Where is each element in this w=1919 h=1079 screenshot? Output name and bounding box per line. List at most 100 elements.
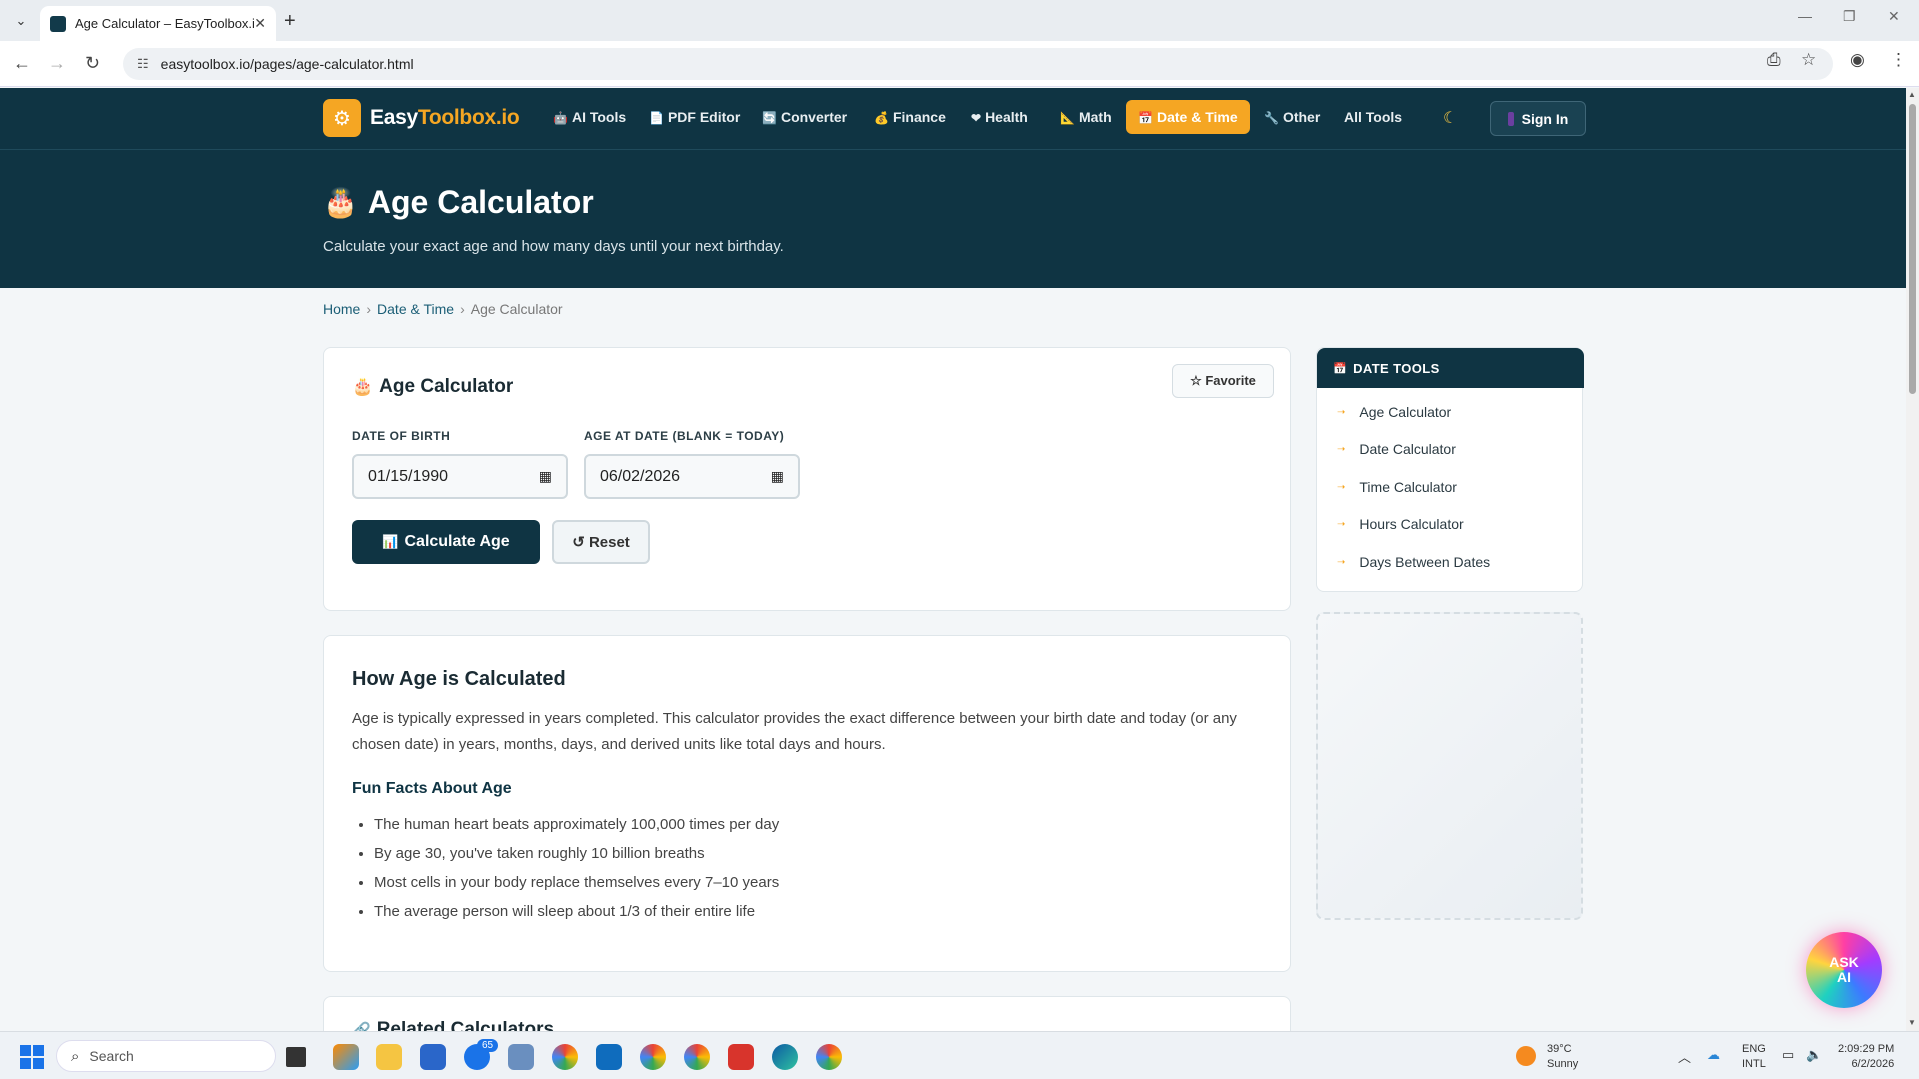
nav-item-label: PDF Editor — [667, 109, 741, 125]
nav-item-label: All Tools — [1344, 109, 1403, 125]
ask-ai-label-2: AI — [1837, 969, 1851, 985]
forward-icon[interactable]: → — [48, 53, 66, 74]
calendar-picker-icon[interactable]: ▦ — [539, 468, 552, 485]
arrow-icon: ➝ — [1337, 443, 1346, 455]
top-navigation: ⚙ EasyToolbox.io 🤖 AI Tools 📄 PDF Editor 🔄 Co… — [0, 88, 1906, 150]
info-paragraph: Age is typically expressed in years comp… — [352, 710, 1237, 753]
nav-item-date-time[interactable]: 📅 Date & Time — [1126, 100, 1250, 134]
calculator-card: 🎂 Age Calculator ☆ Favorite DATE OF BIRTH… — [323, 347, 1291, 611]
nav-item-all-tools[interactable]: All Tools — [1344, 109, 1402, 125]
age-at-date-input[interactable]: 06/02/2026 ▦ — [584, 454, 800, 499]
weather-sun-icon[interactable] — [1516, 1046, 1536, 1066]
file-explorer-icon[interactable] — [376, 1044, 402, 1070]
weather-widget[interactable]: 39°C Sunny — [1547, 1042, 1578, 1072]
system-clock[interactable]: 2:09:29 PM 6/2/2026 — [1838, 1042, 1894, 1072]
robot-icon: 🤖 — [553, 111, 568, 125]
search-icon: ⌕ — [71, 1047, 80, 1065]
outlook-icon[interactable] — [596, 1044, 622, 1070]
age-at-date-label: AGE AT DATE (BLANK = TODAY) — [584, 429, 785, 443]
reload-icon[interactable]: ↻ — [85, 53, 100, 74]
tab-list-chevron-icon[interactable]: ⌄ — [10, 10, 32, 32]
weather-condition: Sunny — [1547, 1058, 1579, 1070]
birthday-cake-icon: 🎂 — [323, 187, 358, 218]
profile-icon[interactable]: ◉ — [1850, 50, 1865, 70]
sign-in-button[interactable]: Sign In — [1490, 101, 1586, 136]
dob-value: 01/15/1990 — [368, 467, 449, 485]
logo-gear-icon[interactable]: ⚙ — [323, 99, 361, 137]
windows-start-icon[interactable] — [20, 1045, 44, 1069]
arrow-icon: ➝ — [1337, 518, 1346, 530]
arrow-icon: ➝ — [1337, 481, 1346, 493]
pdf-reader-icon[interactable] — [728, 1044, 754, 1070]
new-tab-icon[interactable]: + — [284, 10, 296, 33]
calculate-age-button[interactable]: 📊 Calculate Age — [352, 520, 540, 564]
restore-icon[interactable]: ❐ — [1843, 8, 1856, 25]
page-scrollbar[interactable]: ▲ ▼ — [1906, 88, 1919, 1031]
chrome-profile-icon[interactable] — [684, 1044, 710, 1070]
sidebar-item-age-calculator[interactable]: ➝ Age Calculator — [1337, 404, 1451, 420]
dob-label: DATE OF BIRTH — [352, 429, 451, 443]
nav-item-health[interactable]: ❤ Health — [971, 109, 1028, 125]
converter-icon: 🔄 — [762, 111, 777, 125]
tray-chevron-up-icon[interactable]: ︿ — [1678, 1047, 1691, 1066]
network-icon[interactable]: ▭ — [1782, 1047, 1794, 1063]
sidebar-item-days-between-dates[interactable]: ➝ Days Between Dates — [1337, 554, 1490, 570]
menu-dots-icon[interactable]: ⋮ — [1890, 50, 1907, 70]
nav-item-finance[interactable]: 💰 Finance — [874, 109, 946, 125]
chrome-profile-icon[interactable] — [816, 1044, 842, 1070]
ad-placeholder — [1316, 612, 1583, 920]
calculator-title: 🎂 Age Calculator — [352, 376, 514, 397]
language-indicator[interactable]: ENG INTL — [1742, 1042, 1766, 1072]
browser-tab[interactable]: Age Calculator – EasyToolbox.io ✕ — [40, 6, 276, 41]
page-subtitle: Calculate your exact age and how many da… — [323, 238, 784, 255]
fun-facts-heading: Fun Facts About Age — [352, 780, 512, 797]
close-window-icon[interactable]: ✕ — [1888, 8, 1900, 25]
edge-icon[interactable] — [772, 1044, 798, 1070]
breadcrumb-home[interactable]: Home — [323, 301, 360, 317]
sidebar-item-date-calculator[interactable]: ➝ Date Calculator — [1337, 441, 1456, 457]
ask-ai-label: ASK — [1829, 954, 1859, 970]
install-app-icon[interactable]: ⎙ — [1767, 50, 1781, 70]
scroll-up-icon[interactable]: ▲ — [1908, 90, 1916, 99]
nav-item-pdf-editor[interactable]: 📄 PDF Editor — [649, 109, 740, 125]
nav-item-ai-tools[interactable]: 🤖 AI Tools — [553, 109, 626, 125]
scroll-down-icon[interactable]: ▼ — [1908, 1018, 1916, 1027]
theme-toggle-moon-icon[interactable]: ☾ — [1443, 108, 1457, 128]
sidebar-item-hours-calculator[interactable]: ➝ Hours Calculator — [1337, 516, 1464, 532]
breadcrumb-date-time[interactable]: Date & Time — [377, 301, 454, 317]
nav-item-label: Health — [985, 109, 1028, 125]
list-item: The average person will sleep about 1/3 … — [374, 899, 779, 928]
reset-button[interactable]: ↺ Reset — [552, 520, 650, 564]
close-tab-icon[interactable]: ✕ — [254, 15, 266, 32]
bookmark-star-icon[interactable]: ☆ — [1801, 50, 1816, 70]
task-view-icon[interactable] — [286, 1047, 306, 1067]
app-icon[interactable] — [508, 1044, 534, 1070]
link-icon: 🔗 — [352, 1022, 371, 1031]
url-bar[interactable]: ☷ easytoolbox.io/pages/age-calculator.ht… — [123, 48, 1833, 80]
nav-item-converter[interactable]: 🔄 Converter — [762, 109, 847, 125]
favorite-button[interactable]: ☆ Favorite — [1172, 364, 1274, 398]
sidebar-item-time-calculator[interactable]: ➝ Time Calculator — [1337, 479, 1457, 495]
site-info-icon[interactable]: ☷ — [137, 56, 149, 72]
dob-input[interactable]: 01/15/1990 ▦ — [352, 454, 568, 499]
notification-badge: 65 — [477, 1039, 499, 1052]
chrome-icon[interactable] — [552, 1044, 578, 1070]
site-logo[interactable]: EasyToolbox.io — [370, 106, 520, 130]
widgets-icon[interactable] — [333, 1044, 359, 1070]
minimize-icon[interactable]: — — [1798, 8, 1812, 24]
arrow-icon: ➝ — [1337, 406, 1346, 418]
onedrive-cloud-icon[interactable]: ☁ — [1707, 1047, 1720, 1063]
volume-icon[interactable]: 🔈 — [1806, 1047, 1822, 1063]
taskbar-search[interactable]: ⌕ Search — [56, 1040, 276, 1072]
money-bag-icon: 💰 — [874, 111, 889, 125]
nav-item-other[interactable]: 🔧 Other — [1264, 109, 1320, 125]
scrollbar-thumb[interactable] — [1909, 104, 1916, 394]
chrome-profile-icon[interactable] — [640, 1044, 666, 1070]
info-heading: How Age is Calculated — [352, 668, 566, 690]
arrow-icon: ➝ — [1337, 556, 1346, 568]
calendar-picker-icon[interactable]: ▦ — [771, 468, 784, 485]
back-icon[interactable]: ← — [13, 53, 31, 74]
nav-item-math[interactable]: 📐 Math — [1060, 109, 1112, 125]
ask-ai-button[interactable]: ASK AI — [1806, 932, 1882, 1008]
store-icon[interactable] — [420, 1044, 446, 1070]
